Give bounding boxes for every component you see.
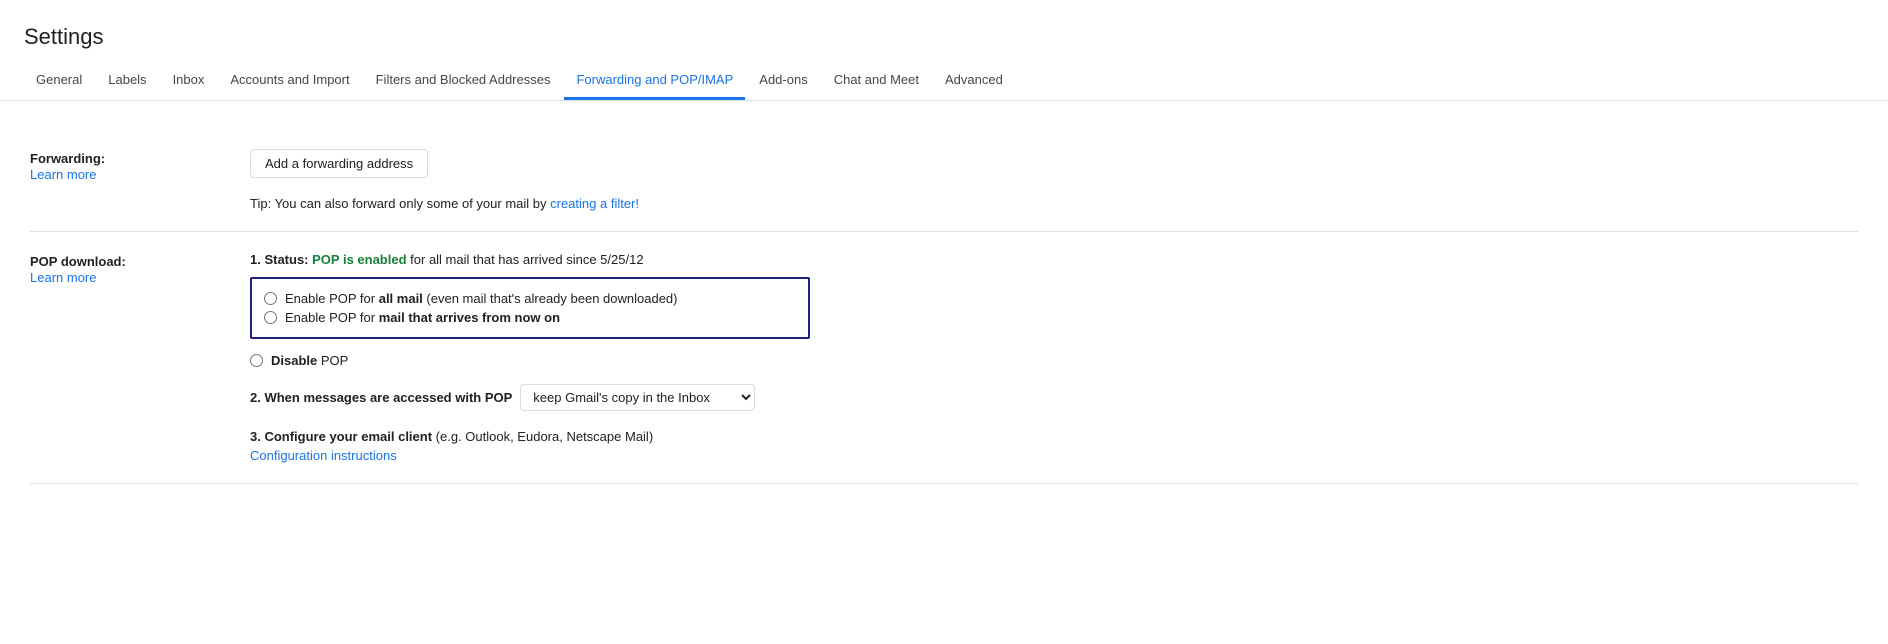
pop-option-from-now-on[interactable]: Enable POP for mail that arrives from no… [264, 310, 796, 325]
tab-filters-blocked[interactable]: Filters and Blocked Addresses [364, 60, 563, 100]
forwarding-label-area: Forwarding: Learn more [30, 149, 250, 182]
pop-status-enabled-text: POP is enabled [312, 252, 406, 267]
pop-option3-bold: Disable [271, 353, 317, 368]
pop-option-disable[interactable]: Disable POP [250, 353, 1858, 368]
tab-general[interactable]: General [24, 60, 94, 100]
forwarding-learn-more-link[interactable]: Learn more [30, 167, 96, 182]
tabs-bar: General Labels Inbox Accounts and Import… [0, 60, 1888, 101]
pop-label: POP download: [30, 254, 220, 269]
pop-when-accessed-select[interactable]: keep Gmail's copy in the Inbox mark Gmai… [520, 384, 755, 411]
pop-option1-text: Enable POP for all mail (even mail that'… [285, 291, 678, 306]
creating-filter-link[interactable]: creating a filter! [550, 196, 639, 211]
pop-configure-bold: 3. Configure your email client [250, 429, 432, 444]
pop-option1-bold: all mail [379, 291, 423, 306]
pop-option2-text: Enable POP for mail that arrives from no… [285, 310, 560, 325]
tab-forwarding-pop-imap[interactable]: Forwarding and POP/IMAP [564, 60, 745, 100]
tip-text-static: Tip: You can also forward only some of y… [250, 196, 550, 211]
pop-download-section: POP download: Learn more 1. Status: POP … [30, 232, 1858, 484]
pop-status-suffix: for all mail that has arrived since 5/25… [407, 252, 644, 267]
pop-radio-all-mail[interactable] [264, 292, 277, 305]
content-area: Forwarding: Learn more Add a forwarding … [0, 101, 1888, 514]
tab-labels[interactable]: Labels [96, 60, 158, 100]
pop-radio-from-now-on[interactable] [264, 311, 277, 324]
pop-status-line: 1. Status: POP is enabled for all mail t… [250, 252, 1858, 267]
pop-configure-section: 3. Configure your email client (e.g. Out… [250, 429, 1858, 463]
configuration-instructions-link[interactable]: Configuration instructions [250, 448, 1858, 463]
forwarding-content: Add a forwarding address Tip: You can al… [250, 149, 1858, 211]
settings-page: Settings General Labels Inbox Accounts a… [0, 0, 1888, 644]
pop-option3-text: Disable POP [271, 353, 348, 368]
add-forwarding-button[interactable]: Add a forwarding address [250, 149, 428, 178]
forwarding-section: Forwarding: Learn more Add a forwarding … [30, 129, 1858, 232]
tab-chat-meet[interactable]: Chat and Meet [822, 60, 931, 100]
pop-when-accessed-bold: 2. When messages are accessed with POP [250, 390, 512, 405]
tab-accounts-import[interactable]: Accounts and Import [218, 60, 361, 100]
pop-configure-label: 3. Configure your email client (e.g. Out… [250, 429, 653, 444]
tab-addons[interactable]: Add-ons [747, 60, 819, 100]
pop-label-area: POP download: Learn more [30, 252, 250, 285]
pop-radio-disable[interactable] [250, 354, 263, 367]
pop-learn-more-link[interactable]: Learn more [30, 270, 96, 285]
tab-inbox[interactable]: Inbox [161, 60, 217, 100]
pop-status-number: 1. Status: [250, 252, 312, 267]
pop-when-accessed-row: 2. When messages are accessed with POP k… [250, 384, 1858, 411]
tab-advanced[interactable]: Advanced [933, 60, 1015, 100]
pop-when-accessed-label: 2. When messages are accessed with POP [250, 390, 512, 405]
forwarding-label: Forwarding: [30, 151, 220, 166]
pop-option-all-mail[interactable]: Enable POP for all mail (even mail that'… [264, 291, 796, 306]
page-title: Settings [0, 0, 1888, 60]
forwarding-tip: Tip: You can also forward only some of y… [250, 196, 1858, 211]
pop-content: 1. Status: POP is enabled for all mail t… [250, 252, 1858, 463]
pop-option2-bold: mail that arrives from now on [379, 310, 560, 325]
pop-options-box: Enable POP for all mail (even mail that'… [250, 277, 810, 339]
